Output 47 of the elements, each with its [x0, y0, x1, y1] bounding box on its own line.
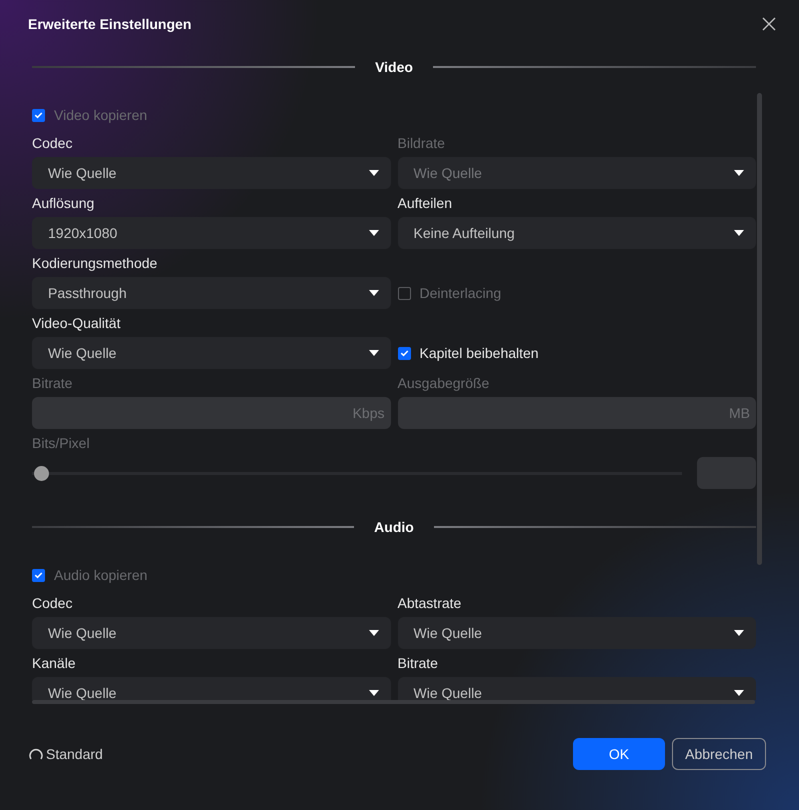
ok-button[interactable]: OK [573, 738, 665, 770]
checkbox-label: Kapitel beibehalten [420, 344, 539, 363]
dropdown[interactable]: Passthrough [32, 277, 390, 309]
caret-icon [368, 290, 378, 296]
dropdown[interactable]: Wie Quelle [32, 157, 390, 189]
field-label: Auflösung [32, 194, 96, 213]
dropdown[interactable]: Wie Quelle [32, 677, 390, 700]
field-label: Ausgabegröße [398, 374, 490, 393]
caret-icon [368, 350, 378, 356]
field-label: Codec [32, 594, 74, 613]
dialog-title: Erweiterte Einstellungen [28, 14, 192, 34]
caret-icon [368, 230, 378, 236]
value-field[interactable] [697, 457, 756, 489]
checkbox-label: Video kopieren [54, 106, 148, 125]
cancel-button[interactable]: Abbrechen [672, 738, 766, 770]
caret-icon [734, 170, 744, 176]
dropdown[interactable]: 1920x1080 [32, 217, 390, 249]
field-label: Kanäle [32, 654, 77, 673]
field-label: Codec [32, 134, 74, 153]
dropdown[interactable]: Wie Quelle [32, 337, 390, 369]
caret-icon [368, 630, 378, 636]
field-label: Bitrate [398, 654, 439, 673]
field-label: Video-Qualität [32, 314, 122, 333]
section-heading: Audio [374, 518, 414, 536]
caret-icon [734, 230, 744, 236]
dropdown[interactable]: Wie Quelle [398, 677, 756, 700]
vertical-scrollbar[interactable] [757, 93, 762, 565]
checkbox-label: Audio kopieren [54, 566, 148, 585]
reset-button[interactable]: Standard [29, 744, 103, 764]
checkbox-label: Deinterlacing [420, 284, 502, 303]
dropdown[interactable]: Wie Quelle [398, 617, 756, 649]
checkbox[interactable] [398, 346, 410, 360]
dropdown[interactable]: Keine Aufteilung [398, 217, 756, 249]
section-heading: Video [375, 58, 413, 76]
caret-icon [734, 630, 744, 636]
reset-icon [29, 747, 43, 761]
field-label: Bildrate [398, 134, 446, 153]
field-label: Aufteilen [398, 194, 453, 213]
close-icon[interactable] [761, 16, 777, 32]
dropdown[interactable]: Wie Quelle [32, 617, 390, 649]
field-label: Abtastrate [398, 594, 462, 613]
caret-icon [734, 690, 744, 696]
caret-icon [368, 690, 378, 696]
field-label: Bitrate [32, 374, 74, 393]
caret-icon [368, 170, 378, 176]
slider-label: Bits/Pixel [32, 434, 91, 453]
field-label: Kodierungsmethode [32, 254, 158, 273]
